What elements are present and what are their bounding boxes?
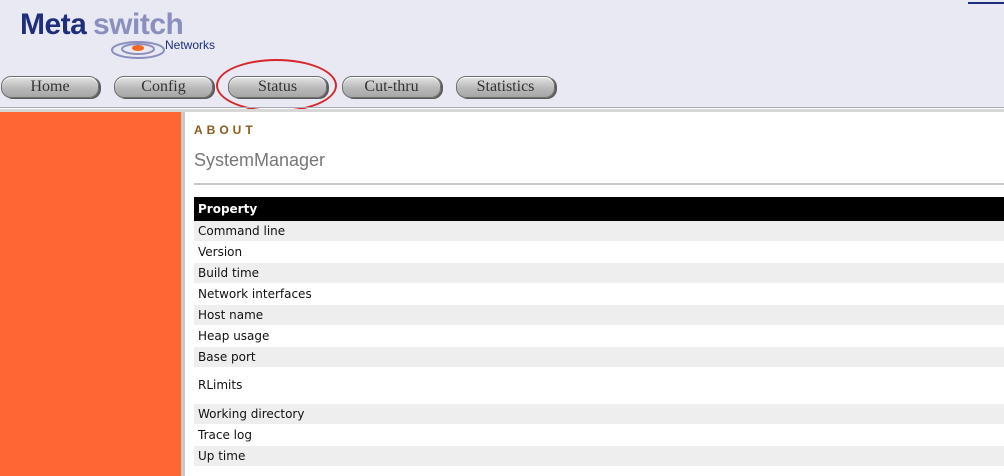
tab-statistics[interactable]: Statistics (456, 76, 555, 98)
tab-config[interactable]: Config (114, 76, 213, 98)
header-divider (0, 107, 1004, 108)
table-row: RLimits (194, 368, 1004, 404)
table-row: Base port (194, 347, 1004, 368)
sidebar (0, 112, 181, 476)
logo-text-meta: Meta (20, 8, 87, 41)
metaswitch-logo[interactable]: Meta switch Networks (20, 8, 240, 60)
section-label: ABOUT (194, 123, 257, 137)
sidebar-edge (181, 112, 185, 476)
logo-swirl-icon (111, 41, 165, 59)
table-header-property: Property (194, 197, 1004, 221)
top-right-link[interactable] (968, 0, 1004, 4)
table-row: Trace log (194, 425, 1004, 446)
logo-text-networks: Networks (165, 38, 216, 52)
table-row: Host name (194, 305, 1004, 326)
main-content: ABOUT SystemManager Property Command lin… (194, 112, 1004, 476)
table-row: Network interfaces (194, 284, 1004, 305)
properties-table: Property Command line Version Build time… (194, 197, 1004, 467)
table-row: Heap usage (194, 326, 1004, 347)
table-row: Build time (194, 263, 1004, 284)
status-tab-highlight-circle (216, 59, 337, 112)
page-title: SystemManager (194, 150, 326, 170)
tab-home[interactable]: Home (1, 76, 99, 98)
header-bar: Meta switch Networks Home Config Status … (0, 0, 1004, 112)
table-row: Command line (194, 221, 1004, 242)
table-row: Working directory (194, 404, 1004, 425)
table-row: Version (194, 242, 1004, 263)
tab-cut-thru[interactable]: Cut-thru (342, 76, 441, 98)
table-row: Up time (194, 446, 1004, 467)
title-divider (194, 183, 1004, 185)
